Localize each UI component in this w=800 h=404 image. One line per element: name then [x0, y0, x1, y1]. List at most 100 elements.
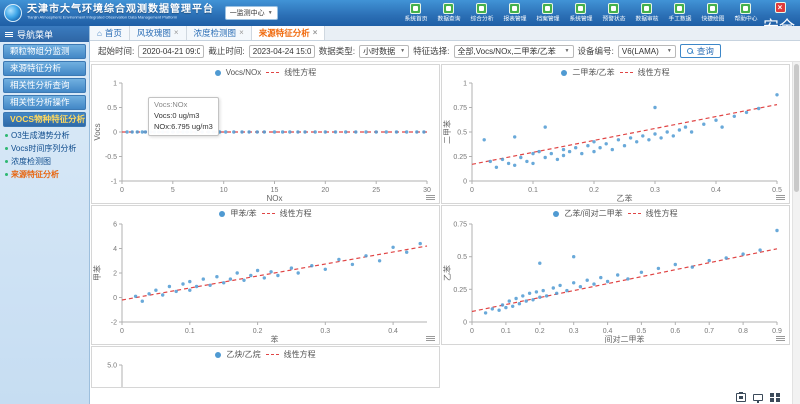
svg-text:0.5: 0.5 — [772, 187, 782, 194]
chart-tooltip: Vocs:NOx Vocs:0 ug/m3 NOx:6.795 ug/m3 — [148, 97, 219, 136]
printer-icon[interactable] — [736, 393, 746, 402]
nav-item-alerts[interactable]: 预警状态 — [597, 2, 630, 25]
svg-text:二甲苯: 二甲苯 — [442, 120, 452, 144]
nav-item-audit[interactable]: 数据审核 — [630, 2, 663, 25]
svg-text:0.9: 0.9 — [772, 328, 782, 335]
svg-text:0.6: 0.6 — [670, 328, 680, 335]
scrollbar-thumb[interactable] — [794, 64, 799, 192]
start-time-input[interactable] — [138, 45, 204, 58]
search-button[interactable]: 查询 — [680, 44, 721, 58]
tab-wind-rose[interactable]: 风玫瑰图 × — [130, 26, 187, 40]
svg-text:0.4: 0.4 — [388, 328, 398, 335]
tab-concentration[interactable]: 浓度检测图 × — [187, 26, 252, 40]
scatter-plot-ethylbenzene-mpxylene[interactable]: 00.10.20.30.40.50.60.70.80.900.250.50.75… — [442, 206, 789, 344]
feature-select[interactable]: 全部,Vocs/NOx,二甲苯/乙苯 ▼ — [454, 45, 574, 58]
sidebar: 导航菜单 颗粒物组分监测 来源特征分析 相关性分析查询 相关性分析操作 VOCS… — [0, 26, 90, 404]
nav-item-manual-data[interactable]: 手工数据 — [663, 2, 696, 25]
end-time-input[interactable] — [249, 45, 315, 58]
series-label: 甲苯/苯 — [230, 208, 256, 219]
apps-grid-icon[interactable] — [770, 393, 780, 402]
sidebar-item-vocs-analysis[interactable]: VOCS物种特征分析 — [3, 112, 86, 127]
svg-text:乙苯: 乙苯 — [442, 265, 452, 281]
svg-text:0.5: 0.5 — [637, 328, 647, 335]
svg-text:-2: -2 — [111, 320, 117, 327]
chart-legend[interactable]: Vocs/NOx 线性方程 — [92, 67, 439, 78]
sidebar-item-correlation-ops[interactable]: 相关性分析操作 — [3, 95, 86, 110]
app-titles: 天津市大气环境综合观测数据管理平台 Tianjin Atmospheric En… — [27, 5, 215, 21]
series-marker-icon — [553, 211, 559, 217]
monitor-icon[interactable] — [753, 394, 763, 401]
chevron-down-icon: ▼ — [400, 48, 405, 54]
station-select[interactable]: 一监测中心 ▼ — [225, 6, 278, 20]
nav-item-help[interactable]: 帮助中心 — [729, 2, 762, 25]
series-label: 二甲苯/乙苯 — [572, 67, 614, 78]
nav-item-quick-chart[interactable]: 快捷绘图 — [696, 2, 729, 25]
svg-text:2: 2 — [113, 271, 117, 278]
tab-home[interactable]: ⌂ 首页 — [90, 26, 130, 40]
chart-legend[interactable]: 乙炔/乙烷 线性方程 — [92, 349, 439, 360]
data-type-select[interactable]: 小时数据 ▼ — [359, 45, 409, 58]
data-type-label: 数据类型: — [319, 45, 355, 57]
svg-text:0.1: 0.1 — [501, 328, 511, 335]
svg-text:20: 20 — [321, 187, 329, 194]
trend-marker-icon — [620, 72, 633, 73]
svg-text:0.2: 0.2 — [535, 328, 545, 335]
nav-item-reports[interactable]: 报表管理 — [498, 2, 531, 25]
svg-text:0.7: 0.7 — [704, 328, 714, 335]
sidebar-item-source-feature[interactable]: 来源特征分析 — [0, 168, 89, 181]
tab-source-feature[interactable]: 来源特征分析 × — [252, 26, 326, 40]
svg-text:1: 1 — [113, 81, 117, 88]
svg-text:0.3: 0.3 — [320, 328, 330, 335]
chevron-down-icon: ▼ — [268, 10, 273, 16]
sidebar-item-particulate-monitoring[interactable]: 颗粒物组分监测 — [3, 44, 86, 59]
chart-legend[interactable]: 甲苯/苯 线性方程 — [92, 208, 439, 219]
svg-text:4: 4 — [113, 246, 117, 253]
chart-menu-icon[interactable] — [426, 336, 435, 341]
svg-text:0: 0 — [463, 179, 467, 186]
app-header: 天津市大气环境综合观测数据管理平台 Tianjin Atmospheric En… — [0, 0, 800, 26]
sidebar-item-correlation-query[interactable]: 相关性分析查询 — [3, 78, 86, 93]
sidebar-header[interactable]: 导航菜单 — [0, 26, 89, 42]
svg-text:5: 5 — [171, 187, 175, 194]
nav-item-archive[interactable]: 档案管理 — [531, 2, 564, 25]
svg-text:0.25: 0.25 — [453, 154, 467, 161]
trend-marker-icon — [266, 72, 279, 73]
trend-marker-icon — [262, 213, 275, 214]
chevron-down-icon: ▼ — [565, 48, 570, 54]
close-icon[interactable]: × — [313, 29, 318, 37]
chart-legend[interactable]: 二甲苯/乙苯 线性方程 — [442, 67, 789, 78]
chart-menu-icon[interactable] — [776, 195, 785, 200]
svg-text:Vocs: Vocs — [93, 123, 102, 140]
svg-text:25: 25 — [372, 187, 380, 194]
nav-item-data-query[interactable]: 数据查询 — [432, 2, 465, 25]
svg-text:5.0: 5.0 — [107, 363, 117, 370]
chart-menu-icon[interactable] — [776, 336, 785, 341]
close-icon[interactable]: × — [174, 29, 179, 37]
svg-text:NOx: NOx — [267, 194, 283, 203]
trend-label: 线性方程 — [638, 67, 670, 78]
sidebar-item-concentration-chart[interactable]: 浓度检测图 — [0, 155, 89, 168]
feature-label: 特征选择: — [413, 45, 449, 57]
nav-item-home[interactable]: 系统首页 — [399, 2, 432, 25]
chart-legend[interactable]: 乙苯/间对二甲苯 线性方程 — [442, 208, 789, 219]
svg-text:0.25: 0.25 — [453, 287, 467, 294]
chart-panel-acetylene-ethane: 乙炔/乙烷 线性方程 02.55.0 — [91, 346, 440, 388]
sidebar-item-vocs-timeseries[interactable]: Vocs时间序列分析 — [0, 142, 89, 155]
scatter-plot-toluene-benzene[interactable]: 00.10.20.30.4-20246苯甲苯 — [92, 206, 439, 344]
svg-text:0.5: 0.5 — [457, 254, 467, 261]
svg-text:0: 0 — [120, 187, 124, 194]
scatter-plot-xylene-ethylbenzene[interactable]: 00.10.20.30.40.500.250.50.751乙苯二甲苯 — [442, 65, 789, 203]
nav-item-system[interactable]: 系统管理 — [564, 2, 597, 25]
svg-text:0.2: 0.2 — [589, 187, 599, 194]
vertical-scrollbar — [792, 62, 800, 404]
sidebar-item-source-analysis[interactable]: 来源特征分析 — [3, 61, 86, 76]
chart-menu-icon[interactable] — [426, 195, 435, 200]
close-icon[interactable]: × — [239, 29, 244, 37]
series-label: 乙炔/乙烷 — [226, 349, 260, 360]
nav-item-analysis[interactable]: 综合分析 — [465, 2, 498, 25]
scatter-plot-vocs-nox[interactable]: 051015202530-1-0.500.51NOxVocs — [92, 65, 439, 203]
device-select[interactable]: V6(LAMA) ▼ — [618, 45, 676, 58]
menu-icon — [5, 32, 13, 37]
help-icon — [740, 3, 751, 14]
sidebar-item-o3-potential[interactable]: O3生成潜势分析 — [0, 129, 89, 142]
